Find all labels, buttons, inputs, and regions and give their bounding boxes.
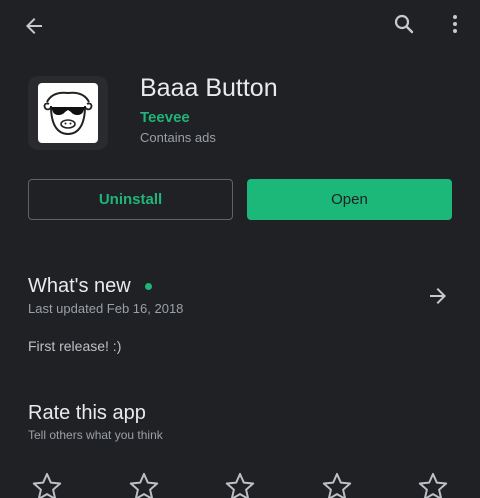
- developer-link[interactable]: Teevee: [140, 109, 190, 126]
- rate-star-3[interactable]: [223, 470, 257, 498]
- rate-app-title: Rate this app: [28, 402, 146, 424]
- whats-new-details-button[interactable]: [420, 280, 456, 312]
- uninstall-button[interactable]: Uninstall: [28, 179, 233, 220]
- sheep-sunglasses-icon: [43, 91, 93, 136]
- rate-app-subtitle: Tell others what you think: [28, 428, 163, 442]
- arrow-forward-icon: [430, 288, 446, 304]
- more-vert-icon: [453, 15, 457, 33]
- more-options-button[interactable]: [438, 6, 472, 42]
- app-icon-container: [28, 76, 108, 150]
- star-outline-icon: [225, 472, 255, 498]
- ads-notice: Contains ads: [140, 130, 216, 145]
- whats-new-title: What's new: [28, 275, 131, 297]
- release-notes: First release! :): [28, 338, 122, 354]
- search-icon: [394, 14, 414, 34]
- star-outline-icon: [322, 472, 351, 498]
- rate-star-4[interactable]: [320, 470, 354, 498]
- star-outline-icon: [32, 472, 62, 498]
- open-button[interactable]: Open: [247, 179, 452, 220]
- app-title: Baaa Button: [140, 74, 278, 102]
- last-updated-text: Last updated Feb 16, 2018: [28, 301, 184, 316]
- rate-star-1[interactable]: [30, 470, 64, 498]
- app-details-screen: Baaa Button Teevee Contains ads Uninstal…: [0, 0, 480, 498]
- new-indicator-dot: [145, 283, 152, 290]
- app-icon: [38, 83, 98, 143]
- top-app-bar: [0, 0, 480, 52]
- arrow-back-icon: [26, 18, 42, 34]
- star-outline-icon: [129, 472, 158, 498]
- rate-star-5[interactable]: [416, 470, 450, 498]
- star-outline-icon: [418, 472, 448, 498]
- search-button[interactable]: [386, 6, 422, 42]
- rate-star-2[interactable]: [127, 470, 161, 498]
- rating-stars: [0, 470, 480, 498]
- back-button[interactable]: [14, 8, 54, 44]
